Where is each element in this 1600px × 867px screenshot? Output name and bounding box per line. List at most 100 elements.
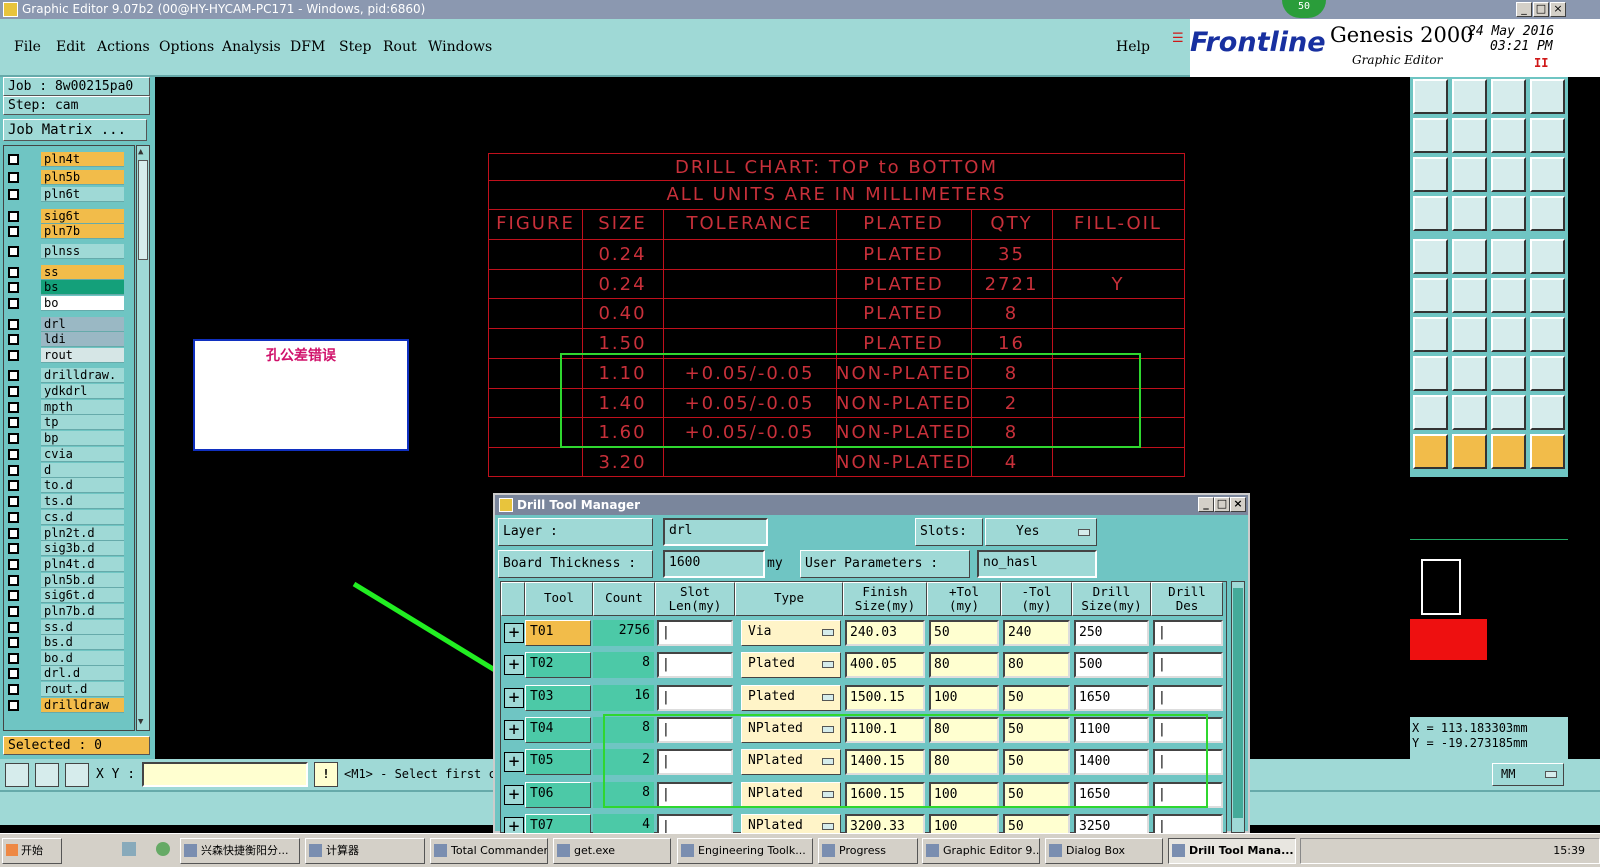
center-icon[interactable] — [1452, 157, 1487, 192]
ruler-icon[interactable] — [1491, 239, 1526, 274]
layer-row[interactable]: drl.d — [4, 666, 124, 681]
layer-row[interactable]: drilldraw. — [4, 368, 124, 383]
a-alt-icon[interactable] — [1491, 395, 1526, 430]
drill-des-input[interactable]: | — [1153, 620, 1223, 646]
taskbar-item[interactable]: get.exe — [553, 838, 671, 864]
layer-row[interactable]: pln4t — [4, 152, 124, 167]
fit-icon[interactable] — [1413, 157, 1448, 192]
drill-size-input[interactable]: 250 — [1074, 620, 1149, 646]
layer-row[interactable]: pln2t.d — [4, 526, 124, 541]
pointer-box-icon[interactable] — [1452, 434, 1487, 469]
connect-icon[interactable] — [1413, 278, 1448, 313]
layer-row[interactable]: ldi — [4, 332, 124, 347]
layer-row[interactable]: bp — [4, 431, 124, 446]
expand-row-button[interactable]: + — [504, 719, 524, 740]
finish-size-input[interactable]: 240.03 — [845, 620, 925, 646]
layer-checkbox[interactable] — [8, 700, 19, 711]
pencil-icon[interactable] — [1452, 239, 1487, 274]
scroll-down-icon[interactable]: ▼ — [138, 718, 148, 728]
close-button[interactable]: × — [1550, 2, 1566, 17]
zoom-tool-icon[interactable] — [5, 763, 29, 787]
slots-dropdown[interactable]: Yes — [985, 518, 1097, 546]
alert-icon[interactable]: ! — [314, 762, 338, 787]
layer-checkbox[interactable] — [8, 298, 19, 309]
layer-row[interactable]: pln5b.d — [4, 573, 124, 588]
layer-row[interactable]: bo — [4, 296, 124, 311]
layer-checkbox[interactable] — [8, 622, 19, 633]
redo-icon[interactable] — [1452, 118, 1487, 153]
show-desktop-icon[interactable] — [122, 842, 136, 856]
layer-checkbox[interactable] — [8, 575, 19, 586]
layer-row[interactable]: bs — [4, 280, 124, 295]
measure-tool-icon[interactable] — [35, 763, 59, 787]
layer-checkbox[interactable] — [8, 668, 19, 679]
layer-checkbox[interactable] — [8, 172, 19, 183]
rotate-icon[interactable] — [1491, 317, 1526, 352]
menu-analysis[interactable]: Analysis — [222, 39, 281, 55]
layer-checkbox[interactable] — [8, 211, 19, 222]
route-icon[interactable] — [1530, 434, 1565, 469]
minimap-viewport[interactable] — [1421, 559, 1461, 615]
plus-tol-input[interactable]: 100 — [929, 684, 999, 711]
help-icon[interactable] — [1530, 157, 1565, 192]
layer-checkbox[interactable] — [8, 590, 19, 601]
minus-icon[interactable] — [1452, 356, 1487, 391]
grid-tool-icon[interactable] — [65, 763, 89, 787]
layer-checkbox[interactable] — [8, 267, 19, 278]
save-icon[interactable] — [1452, 79, 1487, 114]
layer-row[interactable]: ss.d — [4, 620, 124, 635]
slot-length-input[interactable]: | — [657, 684, 733, 711]
type-dropdown[interactable]: Via — [741, 620, 841, 646]
snapshot-icon[interactable] — [1413, 239, 1448, 274]
layer-checkbox[interactable] — [8, 433, 19, 444]
point-icon[interactable] — [1491, 278, 1526, 313]
scroll-thumb[interactable] — [1233, 588, 1243, 818]
resize-icon[interactable] — [1491, 356, 1526, 391]
tool-cell[interactable]: T01 — [525, 620, 591, 646]
menu-windows[interactable]: Windows — [428, 39, 492, 55]
home-icon[interactable] — [1491, 79, 1526, 114]
layer-row[interactable]: to.d — [4, 478, 124, 493]
layer-row[interactable]: pln4t.d — [4, 557, 124, 572]
layer-field[interactable]: drl — [663, 518, 768, 546]
layer-checkbox[interactable] — [8, 189, 19, 200]
tool-cell[interactable]: T05 — [525, 749, 591, 776]
layer-row[interactable]: pln7b.d — [4, 604, 124, 619]
move-icon[interactable] — [1413, 356, 1448, 391]
layer-checkbox[interactable] — [8, 449, 19, 460]
user-parameters-field[interactable]: no_hasl — [977, 550, 1097, 578]
pointer-icon[interactable] — [1413, 434, 1448, 469]
dialog-maximize-button[interactable]: □ — [1214, 497, 1230, 512]
layer-checkbox[interactable] — [8, 543, 19, 554]
layer-checkbox[interactable] — [8, 465, 19, 476]
taskbar-item[interactable]: Drill Tool Mana... — [1168, 838, 1296, 864]
layer-row[interactable]: ts.d — [4, 494, 124, 509]
cross-icon[interactable] — [1452, 278, 1487, 313]
xy-input[interactable] — [142, 762, 308, 787]
expand-row-button[interactable]: + — [504, 623, 524, 643]
drill-size-input[interactable]: 500 — [1074, 652, 1149, 679]
layer-checkbox[interactable] — [8, 653, 19, 664]
line-icon[interactable] — [1413, 317, 1448, 352]
flip-icon[interactable] — [1530, 317, 1565, 352]
layer-checkbox[interactable] — [8, 684, 19, 695]
a-icon[interactable] — [1452, 395, 1487, 430]
layer-checkbox[interactable] — [8, 512, 19, 523]
expand-row-button[interactable]: + — [504, 752, 524, 773]
layer-checkbox[interactable] — [8, 559, 19, 570]
minus-tol-input[interactable]: 80 — [1003, 652, 1070, 679]
type-dropdown[interactable]: Plated — [741, 684, 841, 711]
split-icon[interactable] — [1530, 118, 1565, 153]
layer-row[interactable]: cvia — [4, 447, 124, 462]
tool-cell[interactable]: T06 — [525, 781, 591, 808]
layer-checkbox[interactable] — [8, 334, 19, 345]
pointer-alt-icon[interactable] — [1491, 434, 1526, 469]
triangle-icon[interactable] — [1413, 395, 1448, 430]
plus-tol-input[interactable]: 50 — [929, 620, 999, 646]
layer-checkbox[interactable] — [8, 528, 19, 539]
layer-row[interactable]: sig6t.d — [4, 588, 124, 603]
menu-options[interactable]: Options — [159, 39, 214, 55]
tool-table-scrollbar[interactable] — [1231, 581, 1245, 833]
scale-icon[interactable] — [1491, 157, 1526, 192]
minus-tol-input[interactable]: 240 — [1003, 620, 1070, 646]
